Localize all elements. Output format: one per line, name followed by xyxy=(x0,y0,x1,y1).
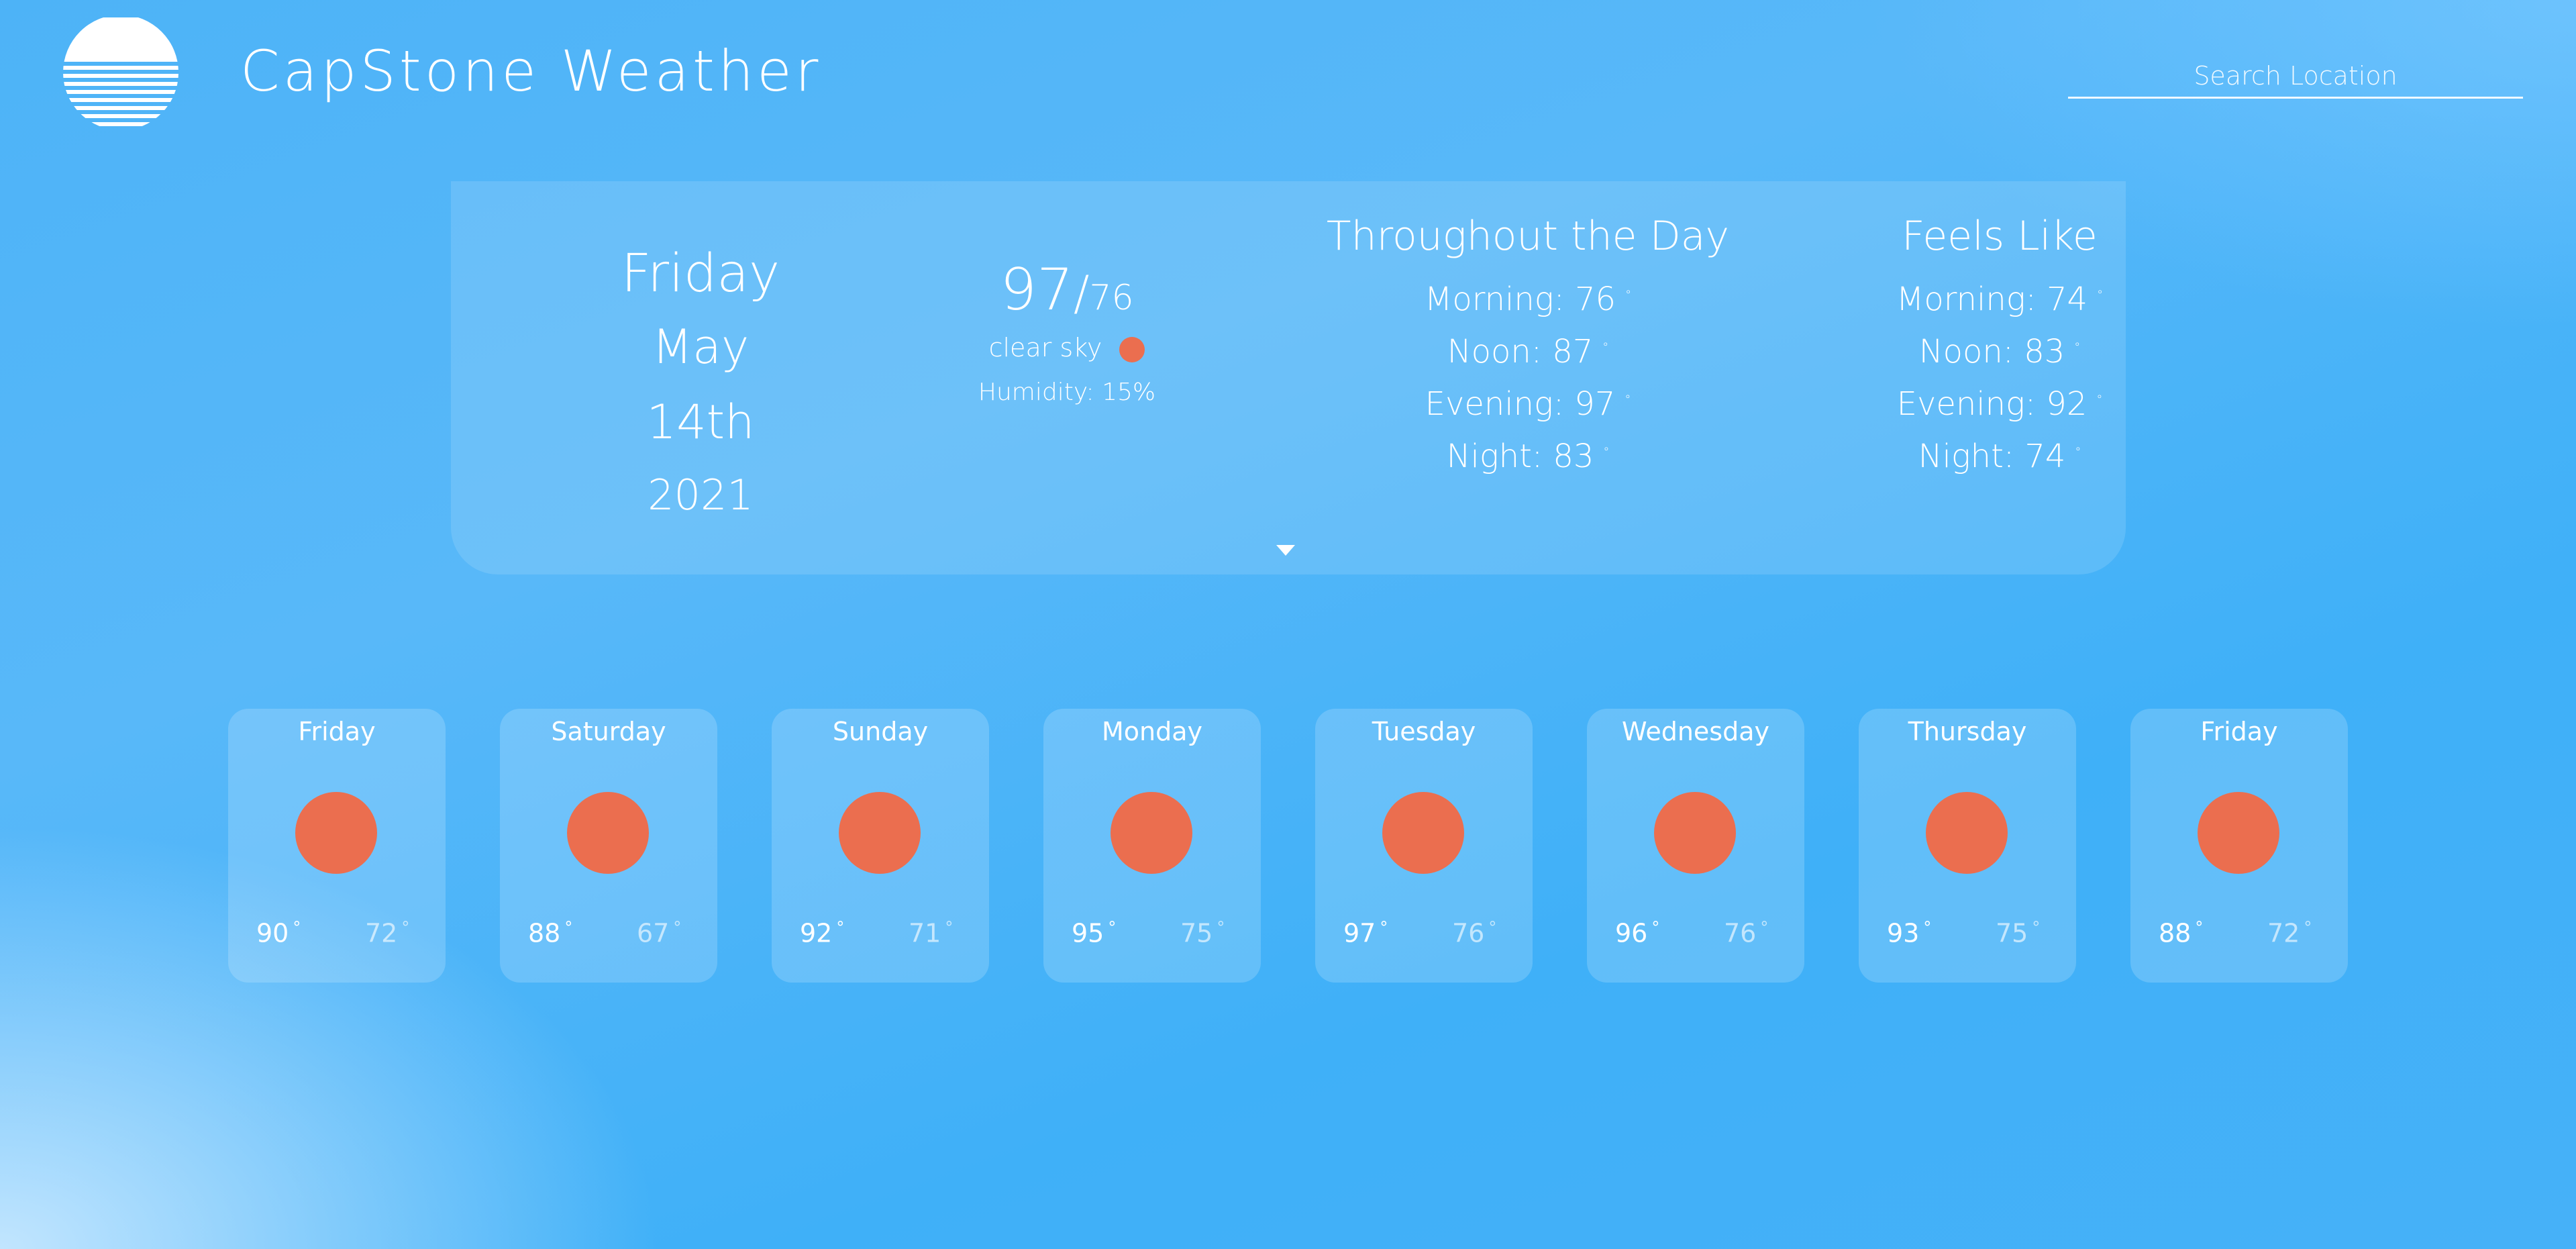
current-day-name: Friday xyxy=(621,244,780,304)
feels-like-title: Feels Like xyxy=(1902,213,2098,260)
app-title: CapStone Weather xyxy=(240,38,822,104)
current-conditions: 97/76 clear sky Humidity: 15% xyxy=(939,256,1194,406)
forecast-day: Wednesday xyxy=(1621,717,1769,746)
throughout-evening: Evening: 97 ° xyxy=(1425,385,1631,423)
forecast-high: 88 ° xyxy=(2159,918,2204,948)
throughout-morning: Morning: 76 ° xyxy=(1424,281,1632,318)
forecast-low: 76 ° xyxy=(1724,918,1769,948)
current-date-label: May 14th xyxy=(646,319,755,450)
forecast-card[interactable]: Thursday 93 ° 75 ° xyxy=(1859,709,2076,983)
forecast-card[interactable]: Monday 95 ° 75 ° xyxy=(1043,709,1261,983)
sun-icon xyxy=(567,792,649,874)
sun-icon xyxy=(1382,792,1464,874)
sun-icon xyxy=(295,792,377,874)
forecast-card[interactable]: Sunday 92 ° 71 ° xyxy=(772,709,989,983)
current-weather-card: Friday May 14th 2021 97/76 clear sky Hum… xyxy=(451,181,2126,574)
forecast-low: 75 ° xyxy=(1996,918,2041,948)
forecast-card[interactable]: Wednesday 96 ° 76 ° xyxy=(1587,709,1804,983)
forecast-card[interactable]: Friday 90 ° 72 ° xyxy=(228,709,446,983)
sun-icon xyxy=(1111,792,1192,874)
forecast-high: 90 ° xyxy=(256,918,301,948)
throughout-noon: Noon: 87 ° xyxy=(1447,333,1609,370)
current-high-temp: 97 xyxy=(1000,256,1074,323)
throughout-the-day: Throughout the Day Morning: 76 ° Noon: 87… xyxy=(1283,208,1773,481)
throughout-title: Throughout the Day xyxy=(1326,213,1730,260)
forecast-low: 72 ° xyxy=(365,918,410,948)
forecast-high: 97 ° xyxy=(1343,918,1388,948)
throughout-night: Night: 83 ° xyxy=(1446,438,1610,475)
forecast-high: 93 ° xyxy=(1887,918,1932,948)
forecast-high: 88 ° xyxy=(528,918,573,948)
feels-like: Feels Like Morning: 74 ° Noon: 83 ° Evenin… xyxy=(1711,208,2288,481)
forecast-day: Monday xyxy=(1101,717,1202,746)
forecast-high: 95 ° xyxy=(1072,918,1117,948)
forecast-high: 92 ° xyxy=(800,918,845,948)
feels-noon: Noon: 83 ° xyxy=(1918,333,2081,370)
forecast-card[interactable]: Friday 88 ° 72 ° xyxy=(2130,709,2348,983)
sun-icon xyxy=(839,792,921,874)
current-low-temp: 76 xyxy=(1089,278,1134,318)
forecast-day: Friday xyxy=(2200,717,2278,746)
expand-caret-icon[interactable] xyxy=(1276,545,1295,556)
forecast-low: 72 ° xyxy=(2267,918,2312,948)
current-year: 2021 xyxy=(648,470,754,520)
forecast-day: Thursday xyxy=(1908,717,2027,746)
forecast-card[interactable]: Tuesday 97 ° 76 ° xyxy=(1315,709,1533,983)
forecast-low: 76 ° xyxy=(1452,918,1497,948)
feels-morning: Morning: 74 ° xyxy=(1896,281,2104,318)
search-location-input[interactable] xyxy=(2068,55,2523,99)
sun-icon xyxy=(1654,792,1736,874)
sun-icon xyxy=(1119,336,1145,362)
forecast-day: Tuesday xyxy=(1372,717,1476,746)
temp-slash: / xyxy=(1073,266,1090,321)
forecast-card[interactable]: Saturday 88 ° 67 ° xyxy=(500,709,717,983)
forecast-low: 71 ° xyxy=(909,918,954,948)
forecast-high: 96 ° xyxy=(1615,918,1660,948)
forecast-day: Sunday xyxy=(832,717,929,746)
feels-evening: Evening: 92 ° xyxy=(1896,385,2103,423)
forecast-day: Saturday xyxy=(551,717,666,746)
forecast-day: Friday xyxy=(298,717,376,746)
feels-night: Night: 74 ° xyxy=(1918,438,2081,475)
sun-icon xyxy=(2198,792,2279,874)
forecast-low: 67 ° xyxy=(637,918,682,948)
logo-sunset-icon xyxy=(63,17,178,126)
humidity-text: Humidity: 15% xyxy=(978,379,1156,406)
current-date: Friday May 14th 2021 xyxy=(600,239,801,531)
sun-icon xyxy=(1926,792,2008,874)
condition-text: clear sky xyxy=(988,333,1102,362)
forecast-low: 75 ° xyxy=(1180,918,1225,948)
